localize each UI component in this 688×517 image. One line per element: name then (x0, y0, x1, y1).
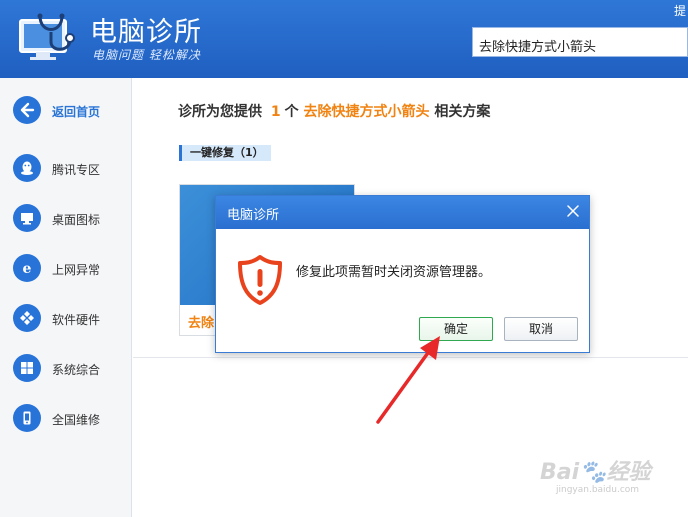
sidebar-item-label: 全国维修 (52, 413, 101, 427)
headline-count: 1 (270, 104, 281, 120)
headline-keyword: 去除快捷方式小箭头 (303, 104, 430, 120)
divider (133, 357, 688, 358)
card-label: 去除 (188, 316, 215, 331)
app-title: 电脑诊所 (90, 17, 202, 48)
app-slogan: 电脑问题 轻松解决 (92, 48, 201, 62)
ok-button[interactable]: 确定 (419, 317, 493, 341)
section-tag: 一键修复（1） (179, 145, 271, 161)
warning-shield-icon (238, 255, 282, 305)
page-title: 诊所为您提供 1个 去除快捷方式小箭头 相关方案 (178, 101, 490, 121)
qq-penguin-icon (13, 154, 41, 182)
sidebar-item-system[interactable]: 系统综合 (0, 348, 131, 392)
dialog-title: 电脑诊所 (227, 208, 280, 223)
headline-mid: 个 (284, 104, 299, 120)
sidebar-item-label: 系统综合 (52, 363, 101, 377)
back-arrow-icon (13, 96, 41, 124)
sidebar-item-network[interactable]: e 上网异常 (0, 248, 131, 292)
dialog-titlebar[interactable]: 电脑诊所 (216, 196, 589, 229)
close-icon[interactable] (565, 203, 581, 219)
sidebar-item-software-hardware[interactable]: 软件硬件 (0, 298, 131, 342)
app-header: 电脑诊所 电脑问题 轻松解决 提 (0, 0, 688, 78)
watermark-brand: Bai (540, 460, 580, 485)
watermark-brand-cn: 经验 (606, 460, 651, 485)
windows-icon (13, 354, 41, 382)
ie-browser-icon: e (13, 254, 41, 282)
monitor-icon (13, 204, 41, 232)
headline-suffix: 相关方案 (434, 104, 491, 120)
sidebar-item-label: 腾讯专区 (52, 163, 101, 177)
sidebar-item-label: 返回首页 (52, 105, 101, 119)
phone-icon (13, 404, 41, 432)
watermark-url: jingyan.baidu.com (556, 485, 640, 495)
sidebar-item-tencent[interactable]: 腾讯专区 (0, 148, 131, 192)
sidebar-item-label: 软件硬件 (52, 313, 101, 327)
cancel-button[interactable]: 取消 (504, 317, 578, 341)
sidebar-item-home[interactable]: 返回首页 (0, 90, 131, 134)
sidebar-item-desktop-icons[interactable]: 桌面图标 (0, 198, 131, 242)
sidebar: 返回首页 腾讯专区 桌面图标 e 上网异常 软件硬件 系统综合 全国维修 (0, 78, 132, 517)
sidebar-item-repair[interactable]: 全国维修 (0, 398, 131, 442)
stethoscope-monitor-icon (19, 13, 75, 60)
corner-label[interactable]: 提 (674, 2, 686, 19)
sidebar-item-label: 上网异常 (52, 263, 101, 277)
confirm-dialog: 电脑诊所 修复此项需暂时关闭资源管理器。 确定 取消 (215, 195, 590, 353)
sidebar-item-label: 桌面图标 (52, 213, 101, 227)
search-input[interactable] (472, 27, 688, 57)
puzzle-icon (13, 304, 41, 332)
watermark-logo: Bai🐾经验 (540, 460, 651, 485)
svg-text:e: e (23, 261, 32, 277)
headline-prefix: 诊所为您提供 (178, 104, 262, 120)
dialog-message: 修复此项需暂时关闭资源管理器。 (296, 265, 492, 280)
